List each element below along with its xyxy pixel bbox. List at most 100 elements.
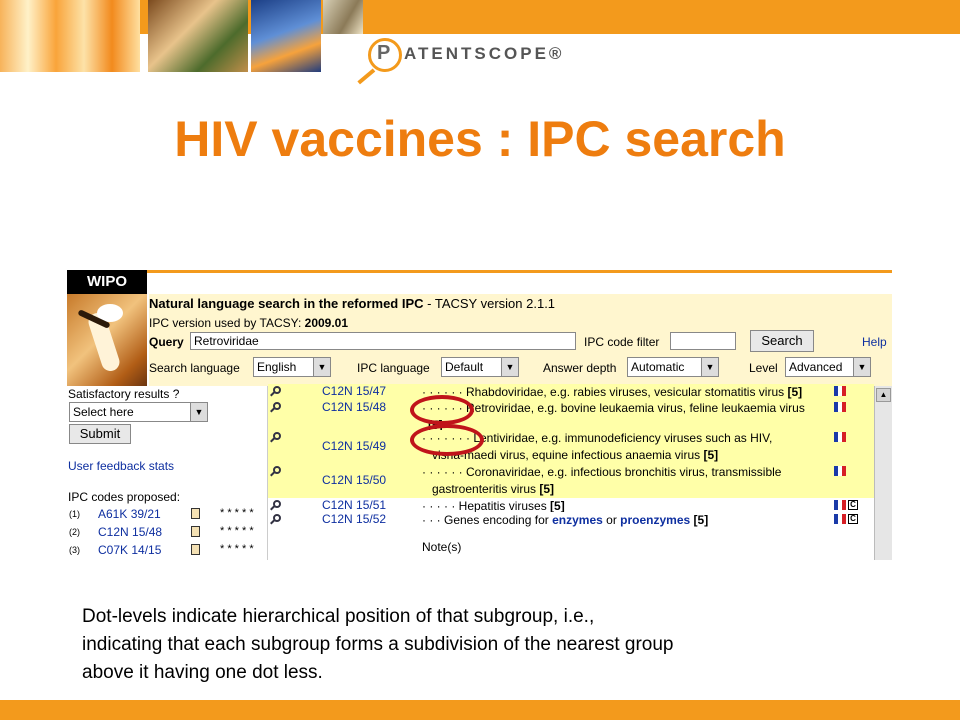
definition-book-icon[interactable] — [191, 508, 200, 519]
ipc-code-link[interactable]: C12N 15/49 — [322, 439, 386, 453]
ipc-language-value: Default — [445, 360, 484, 374]
relevance-stars: * * * * * — [220, 543, 254, 555]
satisfaction-select[interactable]: Select here ▼ — [69, 402, 208, 422]
handle-shape — [270, 437, 275, 443]
magnifier-icon[interactable] — [270, 466, 283, 477]
ipc-code-link[interactable]: C12N 15/48 — [322, 400, 386, 414]
scroll-up-icon[interactable]: ▲ — [876, 388, 891, 402]
magnifier-icon[interactable] — [270, 402, 283, 413]
ipc-code-link[interactable]: C12N 15/52 — [322, 512, 386, 526]
title-line-2: gastroenteritis virus [5] — [422, 481, 781, 498]
answer-depth-select[interactable]: Automatic ▼ — [627, 357, 719, 377]
dot-level: · · · · · · — [422, 465, 463, 479]
title-text: Coronaviridae, e.g. infectious bronchiti… — [466, 465, 782, 479]
flag-stripe — [842, 500, 846, 510]
satisfaction-value: Select here — [73, 405, 134, 419]
proposed-code-link[interactable]: C07K 14/15 — [98, 543, 161, 557]
search-button[interactable]: Search — [750, 330, 814, 352]
patentscope-logo: P ATENTSCOPE® — [352, 34, 565, 85]
relevance-stars: * * * * * — [220, 525, 254, 537]
answer-depth-label: Answer depth — [543, 361, 617, 375]
header-rule — [147, 270, 892, 294]
level-select[interactable]: Advanced ▼ — [785, 357, 871, 377]
count-badge: [5] — [550, 499, 565, 513]
enzymes-link[interactable]: enzymes — [552, 513, 603, 527]
magnifier-icon[interactable] — [270, 514, 283, 525]
french-flag-icon[interactable] — [834, 500, 846, 510]
flag-stripe — [842, 402, 846, 412]
french-flag-icon[interactable] — [834, 432, 846, 442]
logo-wordmark: ATENTSCOPE® — [404, 44, 565, 63]
ipc-language-select[interactable]: Default ▼ — [441, 357, 519, 377]
definition-book-icon[interactable] — [191, 526, 200, 537]
magnifier-icon[interactable] — [270, 500, 283, 511]
feedback-link[interactable]: User feedback stats — [68, 459, 174, 473]
title-text: Retroviridae, e.g. bovine leukaemia viru… — [466, 401, 805, 415]
ipc-version: IPC version used by TACSY: 2009.01 — [149, 316, 349, 330]
proposed-index: (3) — [69, 545, 80, 555]
or-text: or — [606, 513, 617, 527]
handle-shape — [270, 407, 275, 413]
top-banner-bar — [0, 0, 960, 34]
proposed-index: (1) — [69, 509, 80, 519]
body-line: indicating that each subgroup forms a su… — [82, 634, 674, 655]
submit-button[interactable]: Submit — [69, 424, 131, 444]
ipc-title: · · · · · · Rhabdoviridae, e.g. rabies v… — [422, 384, 802, 401]
wipo-label: WIPO — [67, 270, 147, 294]
flag-stripe — [842, 386, 846, 396]
title-line-1: · · · · · · Retroviridae, e.g. bovine le… — [422, 400, 805, 417]
bird-logo-image — [67, 294, 147, 386]
search-language-select[interactable]: English ▼ — [253, 357, 331, 377]
level-value: Advanced — [789, 360, 843, 374]
search-language-value: English — [257, 360, 297, 374]
ipc-code-link[interactable]: C12N 15/50 — [322, 473, 386, 487]
code-filter-label: IPC code filter — [584, 335, 660, 349]
french-flag-icon[interactable] — [834, 402, 846, 412]
french-flag-icon[interactable] — [834, 466, 846, 476]
ipc-title: · · · · · · Retroviridae, e.g. bovine le… — [422, 400, 805, 434]
title-text: Genes encoding for — [444, 513, 549, 527]
highlight-oval-7-dots — [410, 424, 484, 456]
definition-book-icon[interactable] — [191, 544, 200, 555]
ipc-language-label: IPC language — [357, 361, 430, 375]
chevron-down-icon: ▼ — [190, 403, 207, 421]
notes-label: Note(s) — [422, 540, 462, 554]
c-flag-icon[interactable]: C — [848, 500, 858, 510]
french-flag-icon[interactable] — [834, 514, 846, 524]
handle-shape — [270, 471, 275, 477]
result-row: C12N 15/50 · · · · · · Coronaviridae, e.g… — [268, 464, 874, 498]
answer-depth-value: Automatic — [631, 360, 685, 374]
ipc-title: · · · · · · Coronaviridae, e.g. infectio… — [422, 464, 781, 498]
search-header: Natural language search in the reformed … — [149, 294, 892, 386]
proposed-code-link[interactable]: A61K 39/21 — [98, 507, 161, 521]
left-pane: Satisfactory results ? Select here ▼ Sub… — [67, 386, 267, 560]
title-text: Hepatitis viruses — [458, 499, 547, 513]
flag-stripe — [842, 514, 846, 524]
help-link[interactable]: Help — [862, 335, 887, 349]
body-line: above it having one dot less. — [82, 662, 323, 683]
result-row: C12N 15/49 · · · · · · · Lentiviridae, e.… — [268, 430, 874, 464]
magnifier-icon[interactable] — [270, 432, 283, 443]
proposed-index: (2) — [69, 527, 80, 537]
logo-letter: P — [377, 42, 391, 64]
slide-body-text: Dot-levels indicate hierarchical positio… — [82, 603, 872, 687]
result-row: C12N 15/52 · · · Genes encoding for enzym… — [268, 512, 874, 528]
proposed-code-link[interactable]: C12N 15/48 — [98, 525, 162, 539]
scrollbar[interactable]: ▲ — [874, 386, 892, 560]
proposed-code-row: (1) A61K 39/21 * * * * * — [67, 507, 267, 523]
ipc-code-link[interactable]: C12N 15/51 — [322, 498, 386, 512]
body-line: Dot-levels indicate hierarchical positio… — [82, 606, 595, 627]
title-text: Rhabdoviridae, e.g. rabies viruses, vesi… — [466, 385, 785, 399]
title-line-1: · · · · · · Rhabdoviridae, e.g. rabies v… — [422, 384, 802, 401]
magnifier-icon[interactable] — [270, 386, 283, 397]
title-line-1: · · · · · · Coronaviridae, e.g. infectio… — [422, 464, 781, 481]
c-flag-icon[interactable]: C — [848, 514, 858, 524]
french-flag-icon[interactable] — [834, 386, 846, 396]
query-input[interactable]: Retroviridae — [190, 332, 576, 350]
handle-shape — [270, 391, 275, 397]
code-filter-input[interactable] — [670, 332, 736, 350]
banner-photo-2 — [148, 0, 248, 72]
proenzymes-link[interactable]: proenzymes — [620, 513, 690, 527]
title-text-2: gastroenteritis virus — [432, 482, 537, 496]
ipc-code-link[interactable]: C12N 15/47 — [322, 384, 386, 398]
